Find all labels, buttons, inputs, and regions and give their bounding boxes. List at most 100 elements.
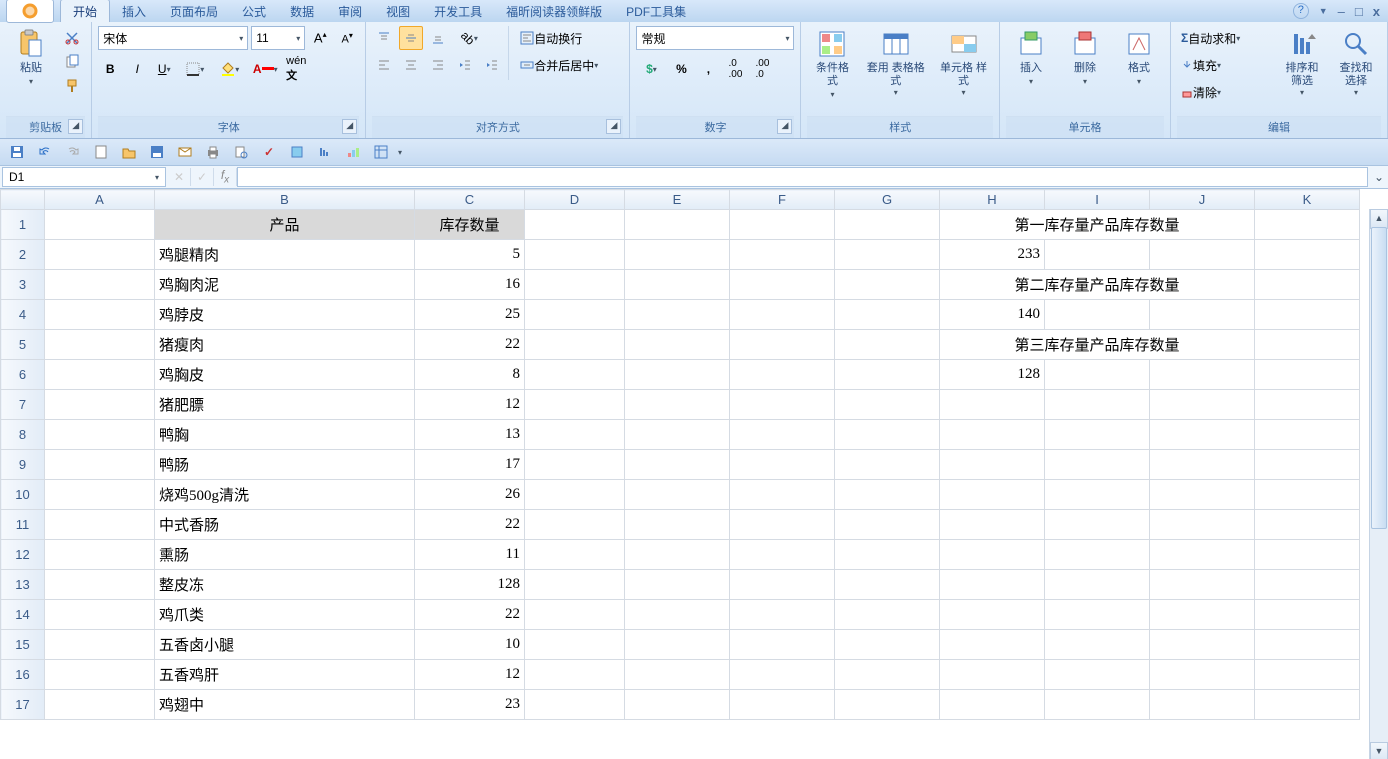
cell-J11[interactable] xyxy=(1150,510,1255,540)
cell-D9[interactable] xyxy=(525,450,625,480)
tab-插入[interactable]: 插入 xyxy=(110,0,158,22)
cell-E5[interactable] xyxy=(625,330,730,360)
paste-button[interactable]: 粘贴▾ xyxy=(6,26,56,90)
cell-I12[interactable] xyxy=(1045,540,1150,570)
cell-G3[interactable] xyxy=(835,270,940,300)
cell-H2[interactable]: 233 xyxy=(940,240,1045,270)
fill-button[interactable]: 填充 ▾ xyxy=(1177,53,1225,77)
cell-E6[interactable] xyxy=(625,360,730,390)
cell-C4[interactable]: 25 xyxy=(415,300,525,330)
cell-B10[interactable]: 烧鸡500g清洗 xyxy=(155,480,415,510)
cell-G6[interactable] xyxy=(835,360,940,390)
cell-A13[interactable] xyxy=(45,570,155,600)
tab-视图[interactable]: 视图 xyxy=(374,0,422,22)
chevron-down-icon[interactable]: ▼ xyxy=(1319,6,1328,16)
cell-F6[interactable] xyxy=(730,360,835,390)
col-header-C[interactable]: C xyxy=(415,190,525,210)
cell-C6[interactable]: 8 xyxy=(415,360,525,390)
cell-B12[interactable]: 熏肠 xyxy=(155,540,415,570)
cell-I10[interactable] xyxy=(1045,480,1150,510)
cell-F15[interactable] xyxy=(730,630,835,660)
cell-D15[interactable] xyxy=(525,630,625,660)
clipboard-launcher[interactable]: ◢ xyxy=(68,119,83,134)
cell-D1[interactable] xyxy=(525,210,625,240)
col-header-D[interactable]: D xyxy=(525,190,625,210)
cell-E7[interactable] xyxy=(625,390,730,420)
cell-I2[interactable] xyxy=(1045,240,1150,270)
cell-G8[interactable] xyxy=(835,420,940,450)
cell-H8[interactable] xyxy=(940,420,1045,450)
cell-B3[interactable]: 鸡胸肉泥 xyxy=(155,270,415,300)
delete-cells-button[interactable]: 删除▾ xyxy=(1060,26,1110,90)
cell-J4[interactable] xyxy=(1150,300,1255,330)
cell-I17[interactable] xyxy=(1045,690,1150,720)
cell-B8[interactable]: 鸭胸 xyxy=(155,420,415,450)
cell-C17[interactable]: 23 xyxy=(415,690,525,720)
tab-公式[interactable]: 公式 xyxy=(230,0,278,22)
align-bottom-button[interactable] xyxy=(426,26,450,50)
cell-A8[interactable] xyxy=(45,420,155,450)
enter-formula-button[interactable]: ✓ xyxy=(191,168,214,186)
row-header-17[interactable]: 17 xyxy=(1,690,45,720)
border-button[interactable]: ▾ xyxy=(179,57,211,81)
cell-H10[interactable] xyxy=(940,480,1045,510)
row-header-7[interactable]: 7 xyxy=(1,390,45,420)
expand-formula-bar-button[interactable]: ⌄ xyxy=(1370,170,1388,184)
fx-button[interactable]: fx xyxy=(214,168,237,186)
bold-button[interactable]: B xyxy=(98,57,122,81)
cell-A2[interactable] xyxy=(45,240,155,270)
cell-styles-button[interactable]: 单元格 样式▾ xyxy=(934,26,993,99)
cell-A6[interactable] xyxy=(45,360,155,390)
cell-K2[interactable] xyxy=(1255,240,1360,270)
close-button[interactable]: x xyxy=(1373,4,1380,19)
tab-福昕阅读器领鲜版[interactable]: 福昕阅读器领鲜版 xyxy=(494,0,614,22)
cell-C15[interactable]: 10 xyxy=(415,630,525,660)
cell-A11[interactable] xyxy=(45,510,155,540)
cell-C1[interactable]: 库存数量 xyxy=(415,210,525,240)
tab-页面布局[interactable]: 页面布局 xyxy=(158,0,230,22)
cell-E16[interactable] xyxy=(625,660,730,690)
cell-G5[interactable] xyxy=(835,330,940,360)
cell-D7[interactable] xyxy=(525,390,625,420)
cell-A14[interactable] xyxy=(45,600,155,630)
cell-D4[interactable] xyxy=(525,300,625,330)
clear-button[interactable]: 清除 ▾ xyxy=(1177,80,1225,104)
cell-F16[interactable] xyxy=(730,660,835,690)
cell-E2[interactable] xyxy=(625,240,730,270)
cell-F1[interactable] xyxy=(730,210,835,240)
number-format-combo[interactable]: 常规▾ xyxy=(636,26,794,50)
cell-F13[interactable] xyxy=(730,570,835,600)
undo-button[interactable] xyxy=(34,141,56,163)
formula-input[interactable] xyxy=(237,167,1368,187)
col-header-I[interactable]: I xyxy=(1045,190,1150,210)
cell-B2[interactable]: 鸡腿精肉 xyxy=(155,240,415,270)
cell-H4[interactable]: 140 xyxy=(940,300,1045,330)
col-header-G[interactable]: G xyxy=(835,190,940,210)
autosum-button[interactable]: Σ 自动求和 ▾ xyxy=(1177,26,1244,50)
cell-E12[interactable] xyxy=(625,540,730,570)
qat-new-button[interactable] xyxy=(90,141,112,163)
qat-print-button[interactable] xyxy=(202,141,224,163)
cell-A16[interactable] xyxy=(45,660,155,690)
col-header-E[interactable]: E xyxy=(625,190,730,210)
cell-B13[interactable]: 整皮冻 xyxy=(155,570,415,600)
copy-button[interactable] xyxy=(60,50,84,74)
scroll-thumb[interactable] xyxy=(1371,227,1387,529)
qat-preview-button[interactable] xyxy=(230,141,252,163)
cell-K4[interactable] xyxy=(1255,300,1360,330)
cell-B5[interactable]: 猪瘦肉 xyxy=(155,330,415,360)
cell-C2[interactable]: 5 xyxy=(415,240,525,270)
cell-B15[interactable]: 五香卤小腿 xyxy=(155,630,415,660)
cell-K15[interactable] xyxy=(1255,630,1360,660)
cell-F2[interactable] xyxy=(730,240,835,270)
cancel-formula-button[interactable]: ✕ xyxy=(168,168,191,186)
cell-H9[interactable] xyxy=(940,450,1045,480)
restore-button[interactable]: □ xyxy=(1355,4,1363,19)
cell-G17[interactable] xyxy=(835,690,940,720)
cell-E13[interactable] xyxy=(625,570,730,600)
cell-I13[interactable] xyxy=(1045,570,1150,600)
row-header-5[interactable]: 5 xyxy=(1,330,45,360)
font-name-combo[interactable]: 宋体▾ xyxy=(98,26,248,50)
cell-I7[interactable] xyxy=(1045,390,1150,420)
tab-开发工具[interactable]: 开发工具 xyxy=(422,0,494,22)
